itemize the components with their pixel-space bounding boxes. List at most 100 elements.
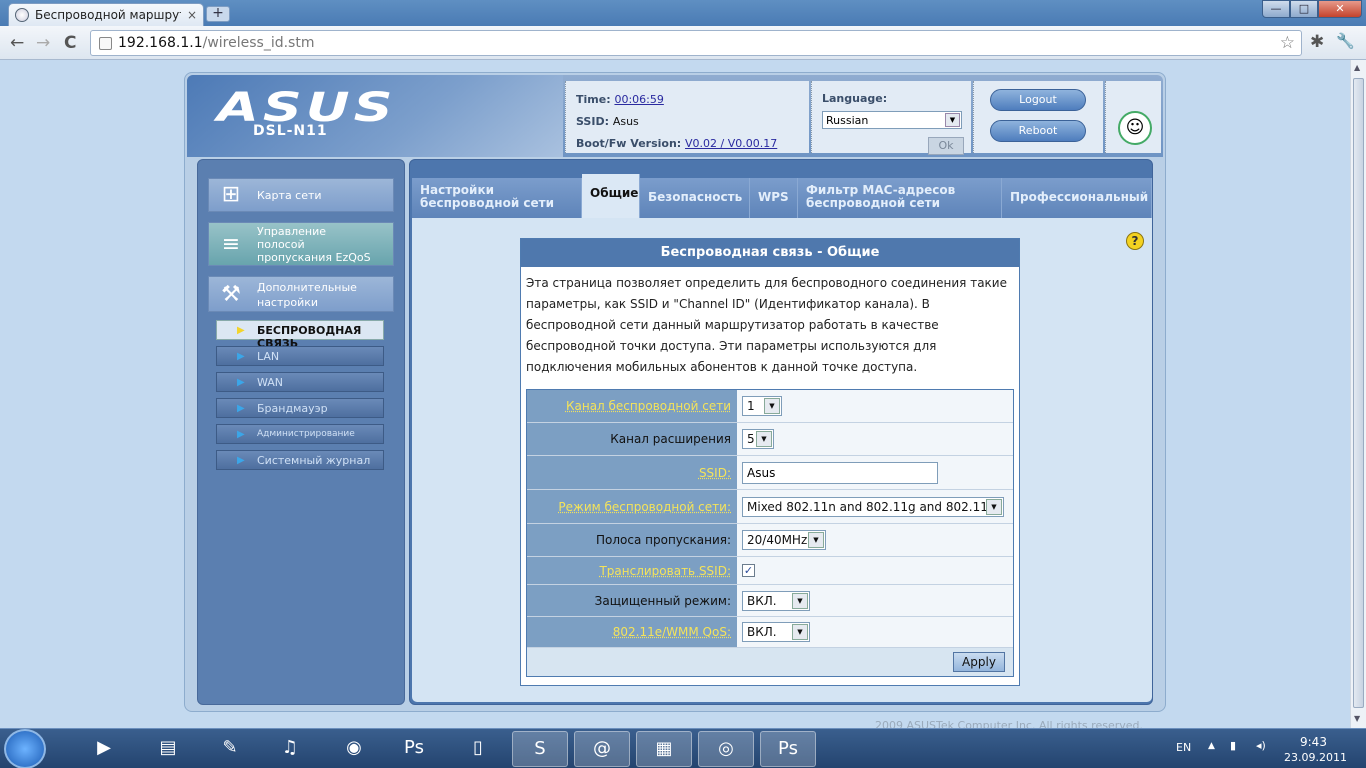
minimize-button[interactable]: —: [1262, 0, 1290, 18]
scroll-down-icon[interactable]: ▼: [1354, 714, 1360, 723]
volume-icon[interactable]: ◂): [1256, 739, 1266, 752]
power-icon[interactable]: ▮: [1230, 739, 1236, 752]
page-favicon-icon: [15, 8, 29, 22]
extension-bug-icon[interactable]: ✱: [1310, 32, 1324, 52]
chevron-down-icon[interactable]: ▼: [792, 624, 808, 640]
bandwidth-select[interactable]: 20/40MHz ▼: [742, 530, 826, 550]
chevron-down-icon[interactable]: ▼: [945, 113, 960, 127]
status-info: Time: 00:06:59 SSID: Asus Boot/Fw Versio…: [565, 81, 809, 153]
mascot-icon: ☺: [1118, 111, 1152, 145]
chevron-down-icon[interactable]: ▼: [792, 592, 808, 609]
submenu-firewall[interactable]: ▶ Брандмауэр: [216, 398, 384, 418]
play-arrow-icon: ▶: [237, 455, 245, 466]
close-window-button[interactable]: ✕: [1318, 0, 1362, 18]
channel-label[interactable]: Канал беспроводной сети: [527, 390, 737, 422]
time-row: Time: 00:06:59: [576, 93, 664, 106]
tab-wireless-settings[interactable]: Настройки беспроводной сети: [412, 178, 582, 218]
media-player-icon[interactable]: ▶: [76, 731, 132, 767]
skype-icon[interactable]: S: [512, 731, 568, 767]
submenu-label: LAN: [257, 350, 280, 363]
winrar-icon[interactable]: ▦: [636, 731, 692, 767]
clock-date[interactable]: 23.09.2011: [1284, 751, 1347, 764]
scrollbar-thumb[interactable]: [1353, 78, 1364, 708]
reboot-button[interactable]: Reboot: [990, 120, 1086, 142]
sidebar-item-ezqos[interactable]: ≡ Управление полосой пропускания EzQoS: [208, 222, 394, 266]
play-arrow-icon: ▶: [237, 351, 245, 362]
language-label: Language:: [822, 92, 888, 105]
bookmark-star-icon[interactable]: ☆: [1280, 33, 1295, 53]
explorer-folder-icon[interactable]: ▤: [140, 731, 196, 767]
music-app-icon[interactable]: ♫: [262, 731, 318, 767]
ssid-input[interactable]: Asus: [742, 461, 938, 484]
submenu-wan[interactable]: ▶ WAN: [216, 372, 384, 392]
language-ok-button[interactable]: Ok: [928, 137, 964, 155]
address-bar[interactable]: 192.168.1.1/wireless_id.stm ☆: [90, 30, 1302, 56]
panel-title: Беспроводная связь - Общие: [521, 239, 1019, 267]
phone-app-icon[interactable]: ▯: [450, 731, 506, 767]
broadcast-checkbox[interactable]: ✓: [742, 564, 755, 577]
wrench-icon[interactable]: 🔧: [1336, 32, 1355, 50]
new-tab-button[interactable]: +: [206, 6, 230, 22]
clock-time[interactable]: 9:43: [1300, 735, 1327, 749]
photoshop-icon[interactable]: Ps: [386, 731, 442, 767]
tab-wps[interactable]: WPS: [750, 178, 798, 218]
logout-button[interactable]: Logout: [990, 89, 1086, 111]
maximize-button[interactable]: □: [1290, 0, 1318, 18]
wmm-select[interactable]: ВКЛ. ▼: [742, 622, 810, 642]
sidebar-item-advanced[interactable]: ⚒ Дополнительные настройки: [208, 276, 394, 312]
scroll-up-icon[interactable]: ▲: [1354, 63, 1360, 72]
row-ext-channel: Канал расширения 5 ▼: [527, 423, 1013, 456]
reload-icon[interactable]: C: [64, 33, 76, 53]
mail-agent-icon[interactable]: @: [574, 731, 630, 767]
row-protected: Защищенный режим: ВКЛ. ▼: [527, 585, 1013, 617]
play-arrow-icon: ▶: [237, 377, 245, 388]
play-arrow-icon: ▶: [237, 325, 245, 336]
submenu-administration[interactable]: ▶ Администрирование: [216, 424, 384, 444]
channel-select[interactable]: 1 ▼: [742, 396, 782, 416]
mode-label[interactable]: Режим беспроводной сети:: [527, 490, 737, 523]
row-broadcast: Транслировать SSID: ✓: [527, 557, 1013, 585]
photoshop-window-icon[interactable]: Ps: [760, 731, 816, 767]
ext-channel-label: Канал расширения: [527, 423, 737, 455]
help-icon[interactable]: ?: [1126, 232, 1144, 250]
app-icon[interactable]: ✎: [202, 731, 258, 767]
tab-close-icon[interactable]: ×: [187, 8, 197, 22]
browser-tab[interactable]: Беспроводной маршрутиз ×: [8, 3, 204, 26]
tab-security[interactable]: Безопасность: [640, 178, 750, 218]
kmplayer-icon[interactable]: ◉: [326, 731, 382, 767]
main-area: Настройки беспроводной сети Общие Безопа…: [409, 159, 1153, 705]
fw-value[interactable]: V0.02 / V0.00.17: [685, 137, 777, 150]
input-language[interactable]: EN: [1176, 741, 1191, 754]
chevron-down-icon[interactable]: ▼: [986, 498, 1002, 515]
sidebar-item-label: Карта сети: [257, 189, 322, 202]
tab-mac-filter[interactable]: Фильтр MAC-адресов беспроводной сети: [798, 178, 1002, 218]
protected-select[interactable]: ВКЛ. ▼: [742, 590, 810, 611]
wmm-label[interactable]: 802.11e/WMM QoS:: [527, 617, 737, 647]
submenu-lan[interactable]: ▶ LAN: [216, 346, 384, 366]
ext-channel-select[interactable]: 5 ▼: [742, 429, 774, 449]
apply-button[interactable]: Apply: [953, 652, 1005, 672]
ssid-field-label[interactable]: SSID:: [527, 456, 737, 489]
ezqos-icon: ≡: [221, 232, 241, 257]
forward-icon[interactable]: →: [36, 33, 50, 53]
back-icon[interactable]: ←: [10, 33, 24, 53]
tab-professional[interactable]: Профессиональный: [1002, 178, 1152, 218]
chrome-icon[interactable]: ◎: [698, 731, 754, 767]
sidebar-item-network-map[interactable]: ⊞ Карта сети: [208, 178, 394, 212]
time-value[interactable]: 00:06:59: [614, 93, 663, 106]
tray-expand-icon[interactable]: ▲: [1208, 741, 1215, 751]
chevron-down-icon[interactable]: ▼: [764, 398, 780, 414]
chevron-down-icon[interactable]: ▼: [808, 532, 824, 548]
wireless-general-panel: Беспроводная связь - Общие Эта страница …: [520, 238, 1020, 686]
page-scrollbar[interactable]: ▲ ▼: [1350, 60, 1366, 728]
ssid-row: SSID: Asus: [576, 115, 639, 128]
start-button[interactable]: [4, 729, 46, 768]
broadcast-label[interactable]: Транслировать SSID:: [527, 557, 737, 584]
submenu-wireless[interactable]: ▶ БЕСПРОВОДНАЯ СВЯЗЬ: [216, 320, 384, 350]
submenu-system-log[interactable]: ▶ Системный журнал: [216, 450, 384, 470]
mode-select[interactable]: Mixed 802.11n and 802.11g and 802.11b ▼: [742, 496, 1004, 517]
tab-general[interactable]: Общие: [582, 174, 640, 218]
chevron-down-icon[interactable]: ▼: [756, 431, 772, 447]
language-select[interactable]: Russian ▼: [822, 111, 962, 129]
ssid-value: Asus: [612, 115, 639, 128]
